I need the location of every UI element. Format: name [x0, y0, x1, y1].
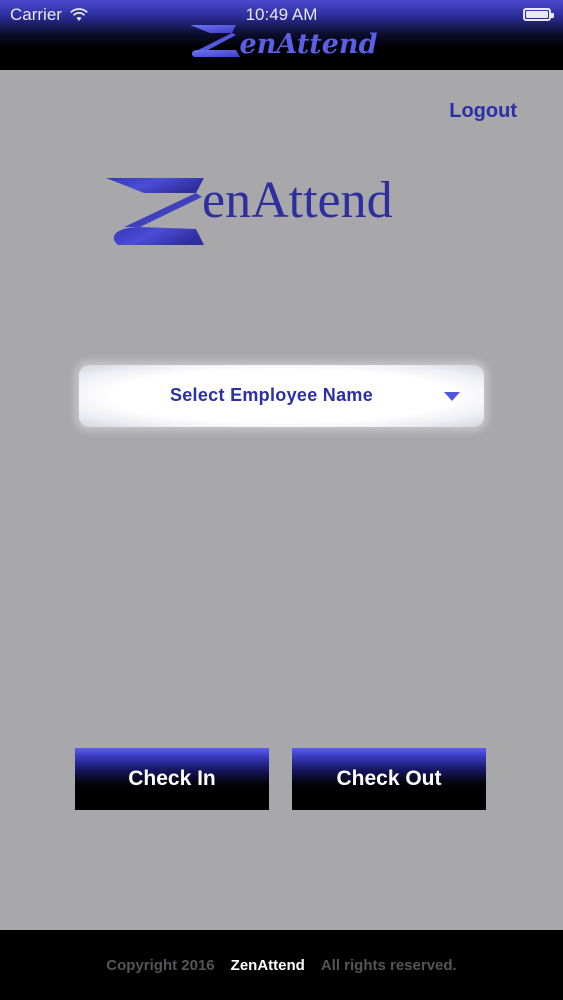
footer-brand: ZenAttend: [230, 956, 305, 974]
top-bar: Carrier 10:49 AM enAttend: [0, 0, 563, 70]
check-in-button[interactable]: Check In: [75, 748, 269, 810]
employee-select-label: Select Employee Name: [169, 385, 374, 405]
footer-copyright: Copyright 2016: [106, 956, 215, 974]
check-out-button[interactable]: Check Out: [292, 748, 486, 810]
check-in-label: Check In: [128, 767, 216, 790]
check-out-label: Check Out: [336, 767, 442, 790]
zen-z-logo-icon: [189, 25, 240, 57]
nav-logo-text: enAttend: [239, 29, 378, 60]
employee-select[interactable]: Select Employee Name: [79, 365, 484, 427]
battery-fill: [526, 11, 548, 18]
nav-logo: enAttend: [0, 22, 563, 60]
main-logo: enAttend: [104, 175, 393, 249]
battery-icon: [523, 8, 554, 21]
zen-z-large-logo-icon: [106, 178, 204, 245]
logout-link[interactable]: Logout: [449, 100, 517, 123]
footer: Copyright 2016 ZenAttend All rights rese…: [0, 930, 563, 1000]
main-logo-text: enAttend: [202, 172, 393, 229]
triangle-down-icon: [444, 392, 460, 401]
footer-rights: All rights reserved.: [320, 956, 457, 974]
